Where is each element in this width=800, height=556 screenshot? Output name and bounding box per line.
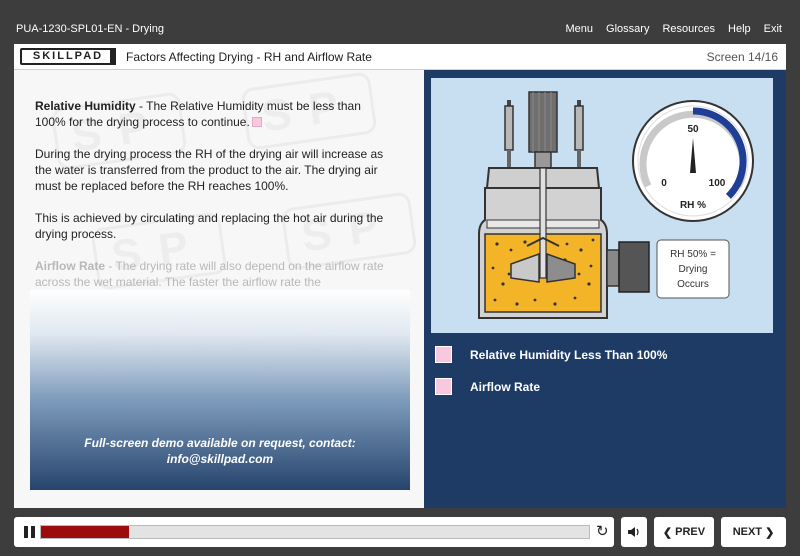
audio-button[interactable] [621,517,647,547]
help-link[interactable]: Help [728,23,751,35]
demo-overlay: Full-screen demo available on request, c… [30,290,410,490]
exit-link[interactable]: Exit [764,23,782,35]
pneumatic-cylinder-right [574,100,584,168]
prev-button[interactable]: ❮ PREV [654,517,714,547]
content-area: SP SP SP SP SP SP SP SP Relative Humidit… [14,70,786,508]
pause-icon[interactable] [24,526,36,538]
replay-icon[interactable]: ↻ [596,524,609,539]
rh-heading: Relative Humidity [35,99,136,113]
next-button[interactable]: NEXT ❯ [721,517,786,547]
svg-text:RH 50% =: RH 50% = [670,249,716,260]
glossary-link[interactable]: Glossary [606,23,649,35]
agitator-shaft [539,167,547,279]
resources-link[interactable]: Resources [662,23,715,35]
svg-text:Occurs: Occurs [677,279,709,290]
rh-marker [251,117,262,127]
title-bar: SKILLPAD Factors Affecting Drying - RH a… [14,44,786,70]
rh-gauge: 50 0 100 RH % [632,100,754,222]
illustration-panel: 50 0 100 RH % RH 50% = Drying Occurs Rel… [424,70,786,508]
legend-label: Relative Humidity Less Than 100% [470,347,668,362]
dryer-diagram: 50 0 100 RH % RH 50% = Drying Occurs [478,91,754,319]
demo-notice: Full-screen demo available on request, c… [30,435,410,467]
pink-swatch-icon [435,346,452,363]
legend-item-airflow[interactable]: Airflow Rate [435,378,540,395]
pneumatic-cylinder-left [504,100,514,168]
skillpad-logo: SKILLPAD [20,48,116,65]
player-bar: ↻ ❮ PREV NEXT ❯ [14,517,786,547]
progress-track[interactable] [40,525,590,539]
pink-swatch-icon [435,378,452,395]
course-id: PUA-1230-SPL01-EN - Drying [16,23,164,35]
gauge-tick-max: 100 [709,178,726,189]
gauge-tick-min: 0 [661,178,667,189]
menu-link[interactable]: Menu [566,23,594,35]
agitator-motor [528,91,558,169]
circulation-paragraph: This is achieved by circulating and repl… [35,211,384,241]
airflow-paragraph: Airflow Rate - The drying rate will also… [35,259,384,289]
top-bar: PUA-1230-SPL01-EN - Drying Menu Glossary… [0,0,800,42]
svg-text:Drying: Drying [679,264,708,275]
drying-paragraph: During the drying process the RH of the … [35,147,384,193]
legend-label: Airflow Rate [470,379,541,394]
top-nav: Menu Glossary Resources Help Exit [566,23,782,35]
air-inlet-duct [618,241,650,293]
airflow-heading: Airflow Rate [35,259,106,273]
chevron-right-icon: ❯ [762,526,775,539]
screen-title: Factors Affecting Drying - RH and Airflo… [126,50,372,64]
player-controls: ↻ [14,517,614,547]
rh-callout: RH 50% = Drying Occurs [656,239,730,299]
contact-email: info@skillpad.com [166,452,274,466]
body-text: Relative Humidity - The Relative Humidit… [35,98,390,290]
progress-fill [41,526,129,538]
speaker-icon [628,527,639,537]
rh-paragraph: Relative Humidity - The Relative Humidit… [35,99,361,129]
gauge-tick-mid: 50 [687,124,699,135]
dryer-illustration: 50 0 100 RH % RH 50% = Drying Occurs [431,78,773,333]
gauge-label: RH % [680,200,706,211]
screen-counter: Screen 14/16 [706,50,778,64]
legend-item-rh[interactable]: Relative Humidity Less Than 100% [435,346,667,363]
chevron-left-icon: ❮ [662,526,676,539]
